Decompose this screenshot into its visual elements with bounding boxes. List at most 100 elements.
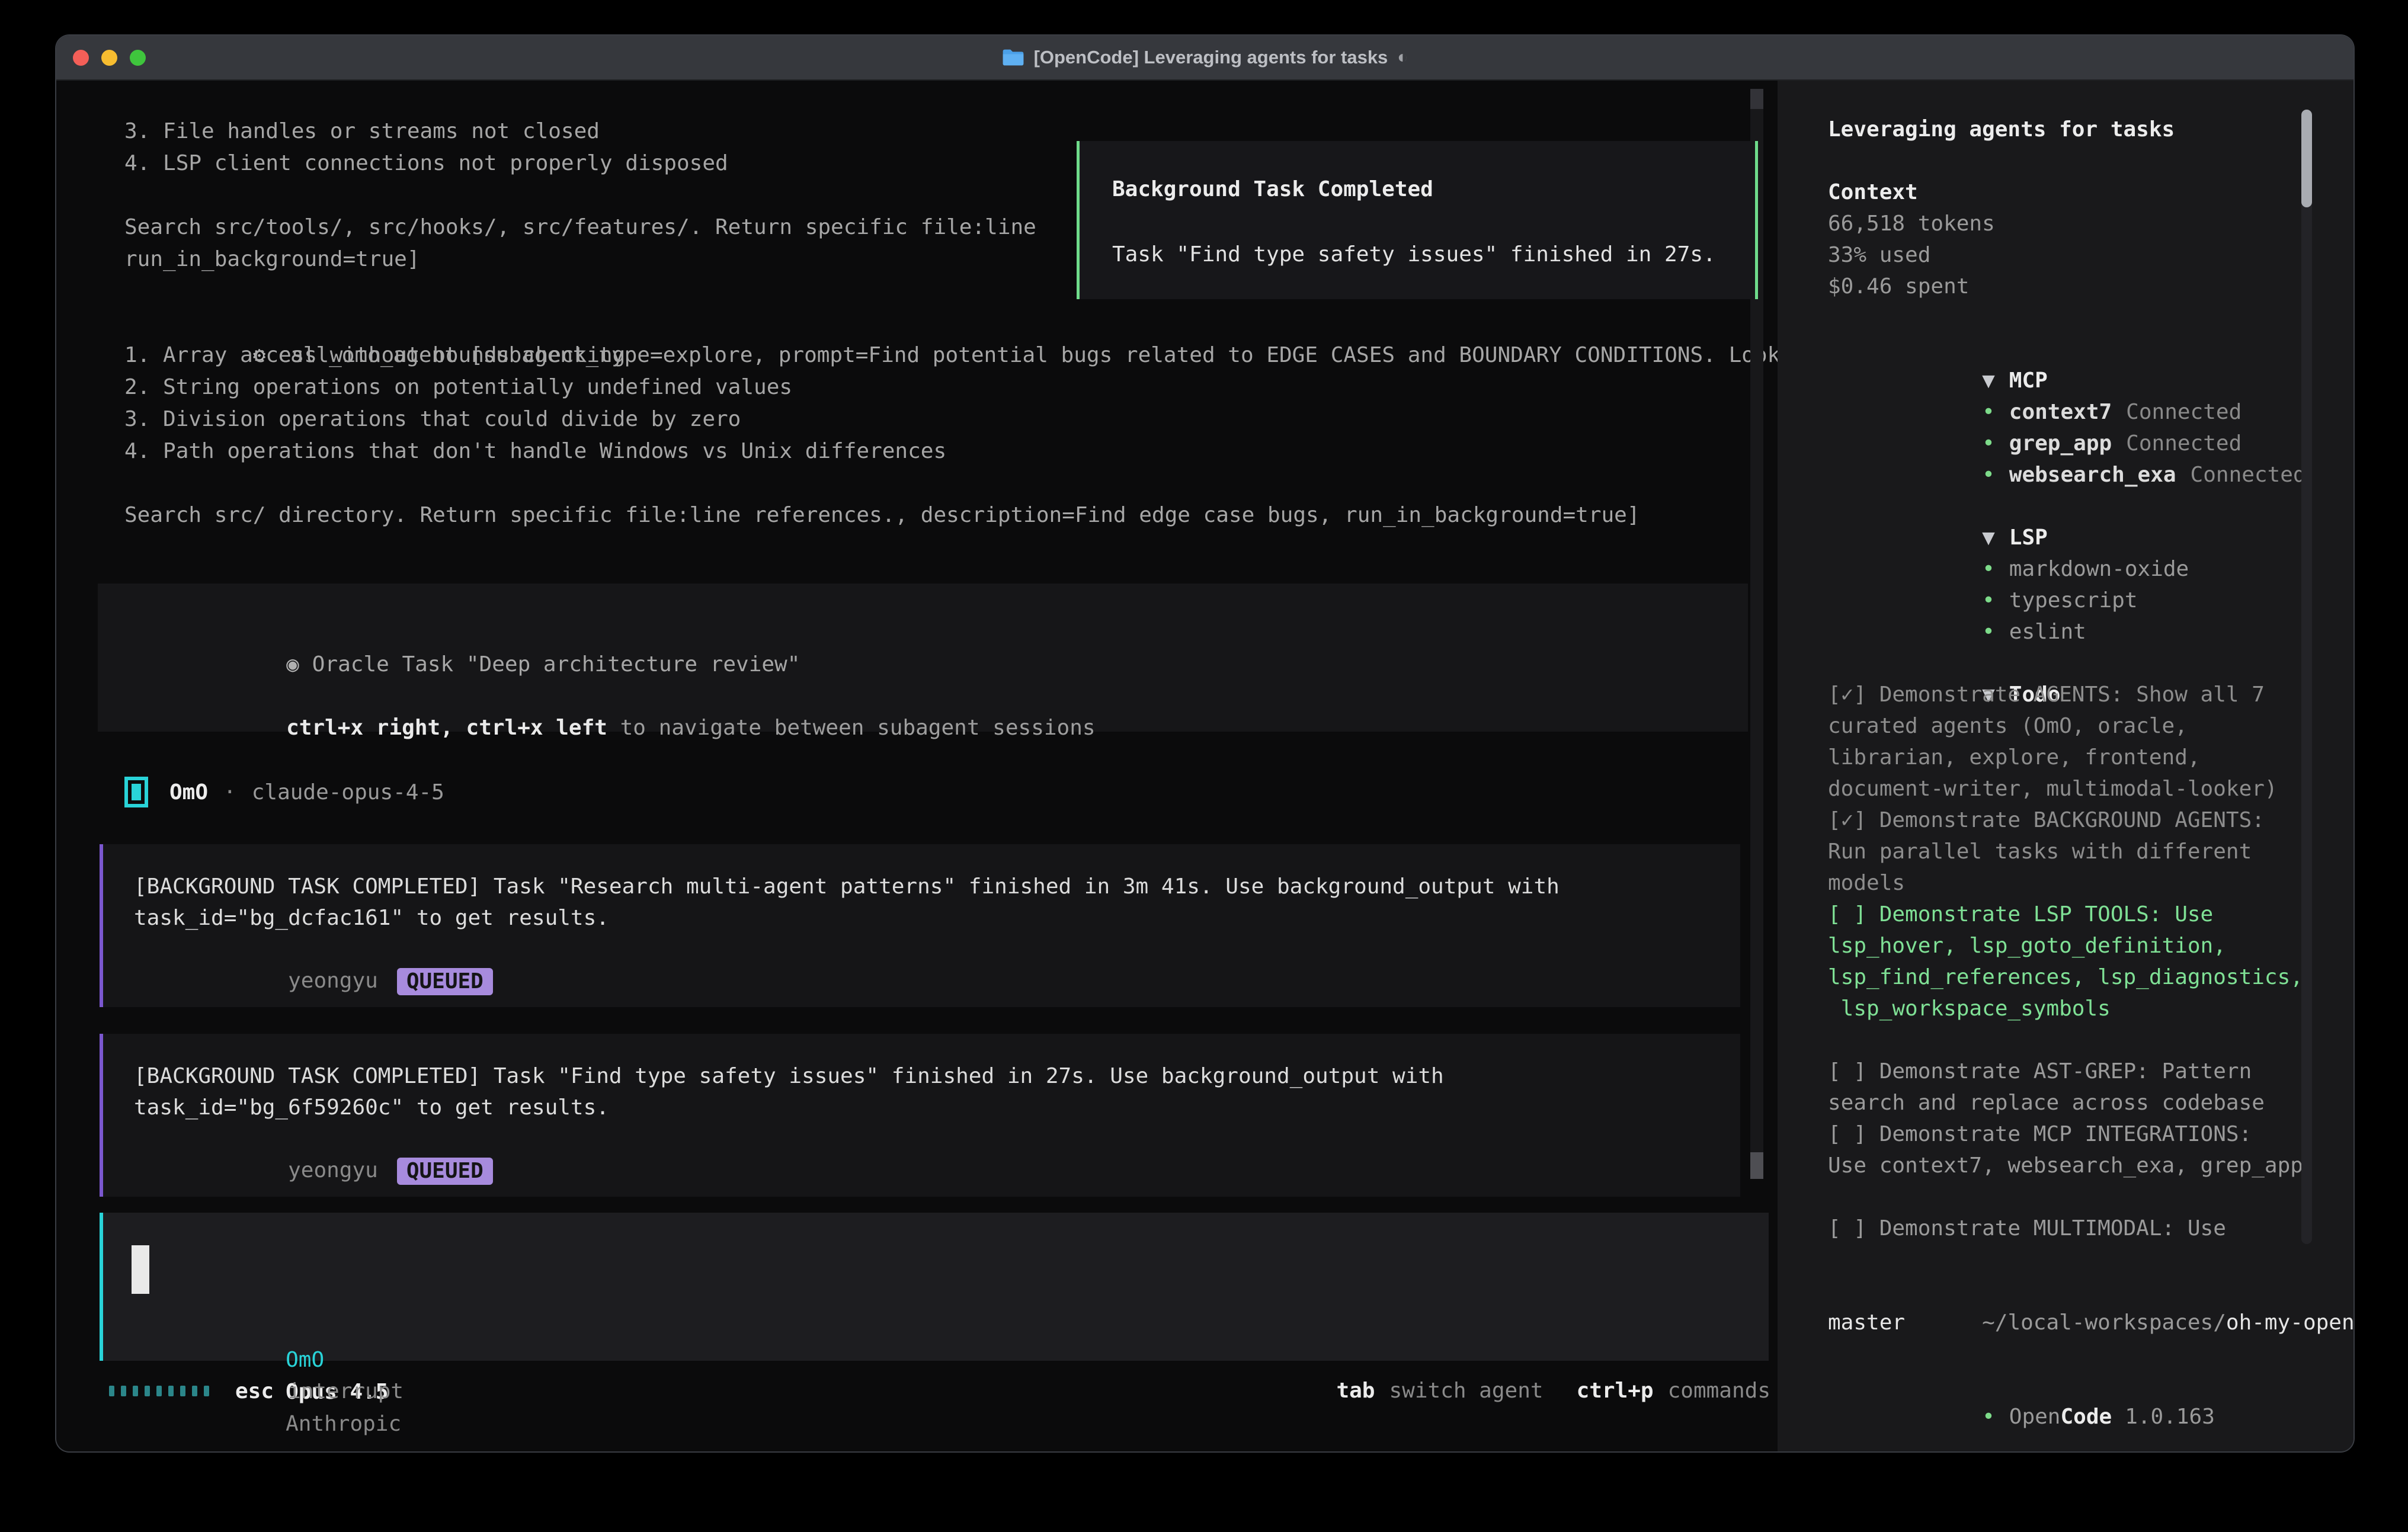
task-message-meta: yeongyuQUEUED (134, 934, 1740, 965)
key-hint-ctrlp: ctrl+p (1577, 1375, 1654, 1407)
spacer (1828, 1024, 2319, 1056)
oracle-task-title: Oracle Task "Deep architecture review" (312, 652, 800, 677)
key-hint-tab: tab (1336, 1375, 1375, 1407)
context-heading: Context (1828, 177, 2319, 208)
todo-line: lsp_workspace_symbols (1828, 993, 2319, 1024)
todo-line: Use context7, websearch_exa, grep_app (1828, 1150, 2319, 1181)
key-hint-esc-label: interrupt (288, 1379, 404, 1403)
context-tokens: 66,518 tokens (1828, 208, 2319, 239)
todo-line: [✓] Demonstrate AGENTS: Show all 7 (1828, 679, 2319, 710)
spacer (1828, 1181, 2319, 1213)
oracle-task-box: ◉Oracle Task "Deep architecture review" … (98, 584, 1748, 732)
bullet-icon: • (1982, 588, 1995, 613)
todo-line: models (1828, 867, 2319, 899)
todo-line: [✓] Demonstrate BACKGROUND AGENTS: (1828, 805, 2319, 836)
workspace-path: ~/local-workspaces/oh-my-opencode: (1828, 1275, 2319, 1307)
triangle-collapse-icon: ▼ (1982, 368, 1995, 393)
notification-toast: Background Task Completed Task "Find typ… (1077, 141, 1758, 299)
transcript-line: 4. LSP client connections not properly d… (124, 148, 1036, 180)
omo-agent-icon-inner (132, 784, 141, 800)
todo-line: search and replace across codebase (1828, 1087, 2319, 1118)
input-provider-name: Anthropic (286, 1412, 401, 1436)
status-bar-right: tab switch agent ctrl+p commands (1336, 1375, 1770, 1407)
transcript-line: 3. File handles or streams not closed (124, 116, 1036, 148)
todo-line: lsp_hover, lsp_goto_definition, (1828, 930, 2319, 961)
todo-line: [ ] Demonstrate MCP INTEGRATIONS: (1828, 1118, 2319, 1150)
agent-separator: · (223, 780, 236, 805)
task-user: yeongyu (288, 969, 378, 993)
key-hint-tab-label: switch agent (1389, 1375, 1543, 1407)
prompt-input[interactable]: OmO Opus 4.5 Anthropic (100, 1213, 1769, 1361)
transcript-line (124, 275, 1036, 307)
bullet-icon: • (1982, 557, 1995, 581)
session-title: Leveraging agents for tasks (1828, 114, 2319, 145)
todo-line: [ ] Demonstrate LSP TOOLS: Use (1828, 899, 2319, 930)
text-cursor (132, 1245, 149, 1294)
bullet-icon: • (1982, 400, 1995, 424)
key-hint-esc: esc (235, 1379, 274, 1403)
section-header-mcp[interactable]: ▼MCP (1828, 334, 2319, 365)
task-message-line: [BACKGROUND TASK COMPLETED] Task "Find t… (134, 1060, 1740, 1092)
background-task-message: [BACKGROUND TASK COMPLETED] Task "Resear… (100, 844, 1740, 1007)
task-user: yeongyu (288, 1158, 378, 1182)
transcript-line: Search src/ directory. Return specific f… (124, 499, 1640, 531)
spinner-dots-icon (109, 1375, 209, 1407)
spacer (1828, 145, 2319, 177)
task-message-line: task_id="bg_6f59260c" to get results. (134, 1092, 1740, 1123)
screen: [OpenCode] Leveraging agents for tasks ◐… (0, 0, 2408, 1532)
progress-icon: ◐ (1397, 47, 1408, 68)
transcript-line: run_in_background=true] (124, 243, 1036, 275)
spacer (1828, 302, 2319, 334)
key-hint-ctrlp-label: commands (1668, 1375, 1770, 1407)
triangle-collapse-icon: ▼ (1982, 525, 1995, 550)
todo-line: Run parallel tasks with different (1828, 836, 2319, 867)
version-line: •OpenCode1.0.163 (1828, 1370, 2319, 1401)
todo-line: [ ] Demonstrate MULTIMODAL: Use (1828, 1213, 2319, 1244)
tool-call-line: ⚙call_omo_agent [subagent_type=explore, … (124, 307, 1831, 339)
bullet-icon: • (1982, 463, 1995, 487)
terminal-window: [OpenCode] Leveraging agents for tasks ◐… (56, 36, 2353, 1451)
spacer (1828, 1244, 2319, 1275)
todo-line: document-writer, multimodal-looker) (1828, 773, 2319, 805)
transcript-line (124, 180, 1036, 211)
bullet-icon: • (1982, 620, 1995, 644)
transcript-pane: 3. File handles or streams not closed 4.… (56, 81, 1778, 1451)
transcript-line: Search src/tools/, src/hooks/, src/featu… (124, 211, 1036, 243)
background-task-message: [BACKGROUND TASK COMPLETED] Task "Find t… (100, 1034, 1740, 1197)
bullet-icon: • (1982, 431, 1995, 456)
notification-body: Task "Find type safety issues" finished … (1112, 239, 1716, 271)
status-bar: esc interrupt tab switch agent ctrl+p co… (109, 1375, 1770, 1407)
status-badge: QUEUED (397, 1158, 493, 1185)
sidebar-scrollbar-thumb[interactable] (2301, 110, 2312, 207)
main-scrollbar-thumb[interactable] (1750, 1152, 1763, 1179)
input-agent-line: OmO Opus 4.5 Anthropic (132, 1312, 402, 1344)
titlebar: [OpenCode] Leveraging agents for tasks ◐ (56, 36, 2353, 81)
input-agent-name: OmO (286, 1348, 324, 1372)
sidebar: Leveraging agents for tasks Context 66,5… (1778, 81, 2353, 1451)
notification-title: Background Task Completed (1112, 174, 1433, 206)
transcript-block-top: 3. File handles or streams not closed 4.… (124, 116, 1036, 307)
todo-line: lsp_find_references, lsp_diagnostics, (1828, 961, 2319, 993)
oracle-bullet-icon: ◉ (286, 652, 299, 677)
content: 3. File handles or streams not closed 4.… (56, 81, 2353, 1451)
task-message-line: task_id="bg_dcfac161" to get results. (134, 902, 1740, 934)
agent-model: claude-opus-4-5 (252, 780, 444, 805)
agent-header: OmO · claude-opus-4-5 (124, 776, 444, 808)
todo-line: librarian, explore, frontend, (1828, 742, 2319, 773)
transcript-line: 2. String operations on potentially unde… (124, 371, 1640, 403)
context-used: 33% used (1828, 239, 2319, 271)
sidebar-scrollbar[interactable] (2301, 110, 2312, 1244)
context-spent: $0.46 spent (1828, 271, 2319, 302)
task-message-meta: yeongyuQUEUED (134, 1123, 1740, 1155)
oracle-hint-text: to navigate between subagent sessions (607, 716, 1096, 740)
todo-line: [ ] Demonstrate AST-GREP: Pattern (1828, 1056, 2319, 1087)
task-message-line: [BACKGROUND TASK COMPLETED] Task "Resear… (134, 871, 1740, 902)
transcript-line: 4. Path operations that don't handle Win… (124, 435, 1640, 467)
todo-line: curated agents (OmO, oracle, (1828, 710, 2319, 742)
bullet-icon: • (1982, 1405, 1995, 1429)
oracle-task-title-line: ◉Oracle Task "Deep architecture review" (132, 617, 800, 649)
agent-name: OmO (169, 780, 208, 805)
window-title-text: [OpenCode] Leveraging agents for tasks (1034, 47, 1388, 68)
transcript-line: 3. Division operations that could divide… (124, 403, 1640, 435)
window-title: [OpenCode] Leveraging agents for tasks ◐ (56, 36, 2353, 79)
